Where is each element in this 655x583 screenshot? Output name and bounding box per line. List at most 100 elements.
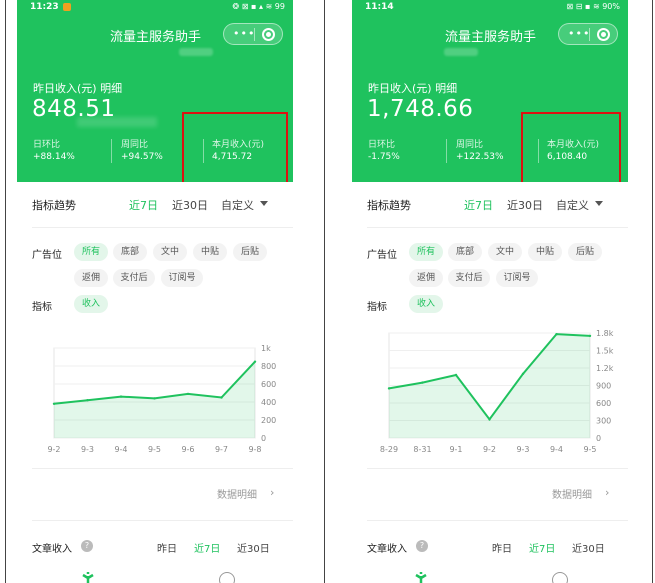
close-icon[interactable] bbox=[597, 28, 610, 41]
chip-all[interactable]: 所有 bbox=[74, 243, 108, 261]
data-point bbox=[253, 360, 257, 363]
more-icon[interactable]: ••• bbox=[233, 27, 255, 40]
data-point bbox=[387, 387, 391, 390]
data-point bbox=[119, 395, 123, 398]
revenue-trend-chart: 1.8k 1.5k 1.2k 900 600 300 0 8-29 8-31 9-1 9-2 9-3 9… bbox=[380, 329, 614, 454]
stat-value-day: +88.14% bbox=[33, 152, 75, 162]
status-bar: 11:23 ❂ ⊠ ▪ ▴ ≋ 99 bbox=[17, 0, 293, 16]
tab-7-days[interactable]: 近7日 bbox=[464, 197, 493, 213]
mini-program-capsule[interactable]: ••• bbox=[558, 23, 618, 45]
metric-label: 指标 bbox=[32, 302, 52, 313]
x-tick-label: 9-6 bbox=[181, 445, 194, 454]
ad-slot-label: 广告位 bbox=[32, 250, 62, 261]
chip-end[interactable]: 后贴 bbox=[233, 243, 267, 261]
data-point bbox=[588, 334, 592, 338]
tab-custom[interactable]: 自定义 bbox=[221, 197, 254, 213]
chip-bottom[interactable]: 底部 bbox=[113, 243, 147, 261]
x-tick-label: 9-8 bbox=[248, 445, 261, 454]
stat-value-day: -1.75% bbox=[368, 152, 400, 162]
stat-label-day: 日环比 bbox=[33, 140, 61, 150]
article-revenue-title: 文章收入 bbox=[367, 544, 407, 555]
chip-mid[interactable]: 中贴 bbox=[193, 243, 227, 261]
y-tick-label: 200 bbox=[261, 416, 276, 425]
data-detail-link[interactable]: 数据明细 bbox=[217, 486, 257, 501]
chevron-right-icon[interactable]: › bbox=[605, 486, 609, 499]
tab-30-days[interactable]: 近30日 bbox=[172, 197, 208, 213]
chip-in-article[interactable]: 文中 bbox=[488, 243, 522, 261]
chip-rebate[interactable]: 返佣 bbox=[409, 269, 443, 287]
status-icons: ❂ ⊠ ▪ ▴ ≋ 99 bbox=[232, 2, 285, 11]
y-tick-label: 400 bbox=[261, 398, 276, 407]
data-point bbox=[555, 332, 558, 336]
coin-icon bbox=[552, 572, 568, 583]
chip-subscription[interactable]: 订阅号 bbox=[496, 269, 538, 287]
data-point bbox=[521, 372, 525, 376]
divider bbox=[367, 520, 628, 521]
chip-bottom[interactable]: 底部 bbox=[448, 243, 482, 261]
ad-slot-label: 广告位 bbox=[367, 250, 397, 261]
tab-yesterday[interactable]: 昨日 bbox=[157, 540, 177, 555]
chip-after-pay[interactable]: 支付后 bbox=[448, 269, 490, 287]
data-point bbox=[52, 402, 56, 405]
x-tick-label: 9-5 bbox=[583, 445, 596, 454]
tab-article-7-days[interactable]: 近7日 bbox=[529, 540, 555, 555]
chip-subscription[interactable]: 订阅号 bbox=[161, 269, 203, 287]
stat-value-week: +122.53% bbox=[456, 152, 504, 162]
chip-all[interactable]: 所有 bbox=[409, 243, 443, 261]
chip-mid[interactable]: 中贴 bbox=[528, 243, 562, 261]
tab-article-7-days[interactable]: 近7日 bbox=[194, 540, 220, 555]
close-icon[interactable] bbox=[262, 28, 275, 41]
y-tick-label: 300 bbox=[596, 417, 611, 426]
tab-30-days[interactable]: 近30日 bbox=[507, 197, 543, 213]
chip-end[interactable]: 后贴 bbox=[568, 243, 602, 261]
chip-rebate[interactable]: 返佣 bbox=[74, 269, 108, 287]
chip-revenue[interactable]: 收入 bbox=[409, 295, 443, 313]
chevron-down-icon[interactable] bbox=[260, 201, 268, 206]
x-tick-label: 9-2 bbox=[47, 445, 60, 454]
chip-in-article[interactable]: 文中 bbox=[153, 243, 187, 261]
help-icon[interactable]: ? bbox=[81, 540, 93, 552]
status-time: 11:14 bbox=[365, 2, 394, 12]
divider bbox=[367, 468, 628, 469]
y-tick-label: 600 bbox=[596, 399, 611, 408]
capsule-separator bbox=[589, 28, 590, 41]
mini-program-capsule[interactable]: ••• bbox=[223, 23, 283, 45]
frame-border-left bbox=[5, 0, 6, 583]
tab-7-days[interactable]: 近7日 bbox=[129, 197, 158, 213]
x-tick-label: 8-29 bbox=[380, 445, 398, 454]
coin-icon bbox=[219, 572, 235, 583]
more-icon[interactable]: ••• bbox=[568, 27, 590, 40]
chevron-down-icon[interactable] bbox=[595, 201, 603, 206]
yesterday-revenue-label[interactable]: 昨日收入(元) 明细 bbox=[33, 80, 122, 96]
tab-article-30-days[interactable]: 近30日 bbox=[237, 540, 270, 555]
tab-article-30-days[interactable]: 近30日 bbox=[572, 540, 605, 555]
yesterday-revenue-label[interactable]: 昨日收入(元) 明细 bbox=[368, 80, 457, 96]
stat-divider bbox=[111, 139, 112, 163]
plant-icon bbox=[415, 572, 427, 583]
y-tick-label: 1.5k bbox=[596, 347, 614, 356]
data-point bbox=[86, 399, 89, 402]
tab-yesterday[interactable]: 昨日 bbox=[492, 540, 512, 555]
x-tick-label: 9-2 bbox=[483, 445, 496, 454]
divider bbox=[32, 227, 293, 228]
status-icons: ⊠ ⊟ ▪ ≋ 90% bbox=[566, 2, 620, 11]
x-tick-label: 9-7 bbox=[215, 445, 228, 454]
tab-custom[interactable]: 自定义 bbox=[556, 197, 589, 213]
help-icon[interactable]: ? bbox=[416, 540, 428, 552]
chevron-right-icon[interactable]: › bbox=[270, 486, 274, 499]
chip-revenue[interactable]: 收入 bbox=[74, 295, 108, 313]
y-tick-label: 1k bbox=[261, 344, 271, 353]
trend-title: 指标趋势 bbox=[32, 199, 76, 212]
page-title: 流量主服务助手 bbox=[110, 30, 202, 45]
plant-icon bbox=[82, 572, 94, 583]
status-time: 11:23 bbox=[30, 2, 59, 12]
y-tick-label: 900 bbox=[596, 382, 611, 391]
chip-after-pay[interactable]: 支付后 bbox=[113, 269, 155, 287]
data-point bbox=[220, 396, 223, 399]
y-tick-label: 600 bbox=[261, 380, 276, 389]
stat-divider bbox=[446, 139, 447, 163]
data-point bbox=[488, 418, 491, 421]
data-detail-link[interactable]: 数据明细 bbox=[552, 486, 592, 501]
notification-icon bbox=[63, 3, 71, 11]
y-tick-label: 1.2k bbox=[596, 364, 614, 373]
